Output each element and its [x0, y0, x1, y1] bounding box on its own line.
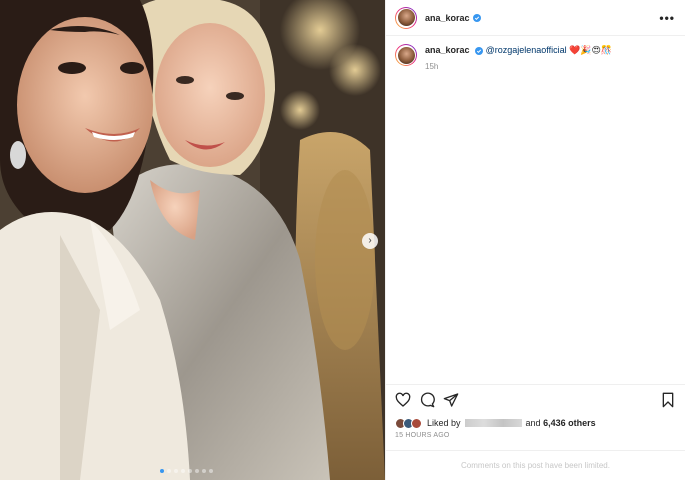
action-bar: [386, 384, 685, 414]
carousel-dot: [167, 469, 171, 473]
avatar: [411, 417, 422, 429]
post-details-panel: ana_korac ••• ana_korac @rozgajelenaoffi…: [385, 0, 685, 480]
caption-time[interactable]: 15h: [425, 61, 612, 73]
verified-badge-icon: [472, 13, 481, 22]
others-count-link[interactable]: 6,436 others: [543, 418, 596, 428]
caption-username[interactable]: ana_korac: [425, 45, 470, 55]
comment-icon[interactable]: [419, 392, 435, 408]
avatar[interactable]: [395, 6, 417, 29]
post-timestamp: 15 HOURS AGO: [395, 432, 450, 439]
liked-by-label: Liked by: [427, 418, 461, 428]
bookmark-icon[interactable]: [660, 392, 676, 408]
photo-illustration: [0, 0, 385, 480]
carousel-next-button[interactable]: ›: [362, 233, 378, 249]
caption: ana_korac @rozgajelenaofficial ❤️🎉😍🎊 15h: [386, 36, 685, 73]
avatar[interactable]: [395, 44, 417, 66]
likes-summary: Liked by and 6,436 others: [386, 414, 685, 432]
and-label: and: [525, 418, 541, 428]
carousel-dot: [181, 469, 185, 473]
post-photo[interactable]: ›: [0, 0, 385, 480]
carousel-dot: [160, 469, 164, 473]
heart-icon[interactable]: [395, 392, 411, 408]
share-icon[interactable]: [443, 392, 459, 408]
post-header: ana_korac •••: [386, 0, 685, 36]
carousel-dot: [209, 469, 213, 473]
carousel-dot: [174, 469, 178, 473]
mention-link[interactable]: @rozgajelenaofficial: [486, 45, 567, 55]
username-link[interactable]: ana_korac: [425, 13, 470, 23]
liker-avatars[interactable]: [395, 417, 422, 429]
carousel-dot: [188, 469, 192, 473]
comments-limited-notice: Comments on this post have been limited.: [386, 450, 685, 480]
chevron-right-icon: ›: [368, 235, 372, 246]
carousel-dot: [195, 469, 199, 473]
blurred-username: [464, 419, 522, 427]
verified-badge-icon: [475, 46, 484, 55]
more-options-icon[interactable]: •••: [659, 11, 675, 25]
caption-emojis: ❤️🎉😍🎊: [569, 45, 613, 55]
carousel-indicator: [160, 469, 213, 473]
carousel-dot: [202, 469, 206, 473]
